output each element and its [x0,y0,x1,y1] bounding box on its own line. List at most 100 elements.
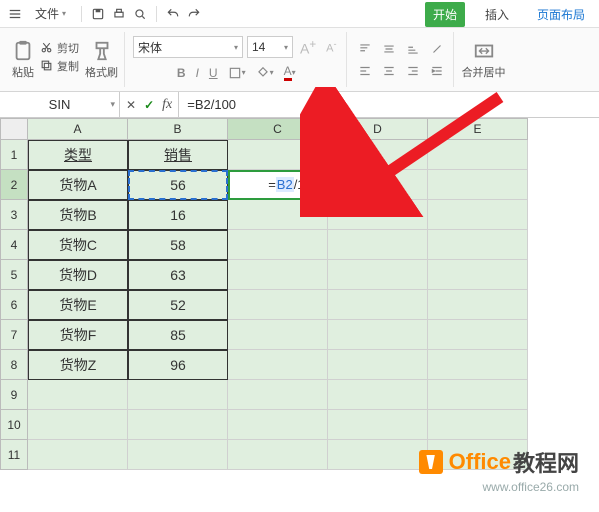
cell-d11[interactable] [328,440,428,470]
file-menu[interactable]: 文件 ▾ [27,3,74,24]
cell-e3[interactable] [428,200,528,230]
cell-c10[interactable] [228,410,328,440]
cell-a11[interactable] [28,440,128,470]
indent-button[interactable] [427,62,447,80]
cell-a9[interactable] [28,380,128,410]
fill-color-button[interactable]: ▾ [253,64,277,82]
cell-b5[interactable]: 63 [128,260,228,290]
fx-icon[interactable]: fx [162,97,172,113]
row-header[interactable]: 6 [0,290,28,320]
tab-insert[interactable]: 插入 [477,2,517,27]
cell-d10[interactable] [328,410,428,440]
cut-button[interactable]: 剪切 [40,40,79,56]
tab-layout[interactable]: 页面布局 [529,2,593,27]
row-header[interactable]: 8 [0,350,28,380]
cell-e8[interactable] [428,350,528,380]
increase-font-button[interactable]: A+ [297,36,319,59]
cell-c7[interactable] [228,320,328,350]
row-header[interactable]: 3 [0,200,28,230]
cell-b7[interactable]: 85 [128,320,228,350]
row-header[interactable]: 9 [0,380,28,410]
print-preview-icon[interactable] [131,5,149,23]
align-bottom-button[interactable] [403,40,423,58]
tab-start[interactable]: 开始 [425,2,465,27]
select-all-corner[interactable] [0,118,28,140]
col-header-e[interactable]: E [428,118,528,140]
cell-c9[interactable] [228,380,328,410]
cell-d1[interactable] [328,140,428,170]
cell-b9[interactable] [128,380,228,410]
cell-a5[interactable]: 货物D [28,260,128,290]
save-icon[interactable] [89,5,107,23]
col-header-b[interactable]: B [128,118,228,140]
font-size-select[interactable]: 14 ▾ [247,36,293,58]
cell-e10[interactable] [428,410,528,440]
cell-a8[interactable]: 货物Z [28,350,128,380]
cell-a4[interactable]: 货物C [28,230,128,260]
cell-c3[interactable] [228,200,328,230]
orientation-button[interactable] [427,40,447,58]
cell-a3[interactable]: 货物B [28,200,128,230]
cell-b8[interactable]: 96 [128,350,228,380]
cell-c2-editing[interactable]: = B2 /100 [228,170,328,200]
align-middle-button[interactable] [379,40,399,58]
cell-d5[interactable] [328,260,428,290]
undo-icon[interactable] [164,5,182,23]
cell-d8[interactable] [328,350,428,380]
decrease-font-button[interactable]: A- [323,37,339,57]
cell-a6[interactable]: 货物E [28,290,128,320]
row-header[interactable]: 4 [0,230,28,260]
cell-d6[interactable] [328,290,428,320]
row-header[interactable]: 1 [0,140,28,170]
print-icon[interactable] [110,5,128,23]
border-button[interactable]: ▾ [225,64,249,82]
redo-icon[interactable] [185,5,203,23]
cell-e5[interactable] [428,260,528,290]
underline-button[interactable]: U [206,64,221,82]
copy-button[interactable]: 复制 [40,58,79,74]
col-header-a[interactable]: A [28,118,128,140]
bold-button[interactable]: B [174,64,189,82]
align-top-button[interactable] [355,40,375,58]
row-header[interactable]: 10 [0,410,28,440]
cell-d7[interactable] [328,320,428,350]
row-header[interactable]: 7 [0,320,28,350]
cell-b4[interactable]: 58 [128,230,228,260]
cell-e4[interactable] [428,230,528,260]
italic-button[interactable]: I [193,64,202,82]
cell-b6[interactable]: 52 [128,290,228,320]
cell-e1[interactable] [428,140,528,170]
cell-e2[interactable] [428,170,528,200]
cell-d3[interactable] [328,200,428,230]
row-header[interactable]: 2 [0,170,28,200]
formula-input[interactable]: =B2/100 [179,92,599,117]
format-painter-button[interactable]: 格式刷 [85,40,118,80]
row-header[interactable]: 5 [0,260,28,290]
cell-b11[interactable] [128,440,228,470]
paste-button[interactable]: 粘贴 [12,40,34,80]
cell-e6[interactable] [428,290,528,320]
cell-a2[interactable]: 货物A [28,170,128,200]
cell-c11[interactable] [228,440,328,470]
col-header-c[interactable]: C [228,118,328,140]
cell-b10[interactable] [128,410,228,440]
cell-a7[interactable]: 货物F [28,320,128,350]
font-color-button[interactable]: A▾ [281,62,299,83]
cell-c4[interactable] [228,230,328,260]
cell-c8[interactable] [228,350,328,380]
cell-e7[interactable] [428,320,528,350]
cell-c6[interactable] [228,290,328,320]
cell-a10[interactable] [28,410,128,440]
cell-d4[interactable] [328,230,428,260]
confirm-formula-icon[interactable]: ✓ [144,98,154,112]
cell-c5[interactable] [228,260,328,290]
cell-d9[interactable] [328,380,428,410]
font-name-select[interactable]: 宋体 ▾ [133,36,243,58]
cell-d2[interactable] [328,170,428,200]
cell-a1[interactable]: 类型 [28,140,128,170]
cell-e9[interactable] [428,380,528,410]
align-right-button[interactable] [403,62,423,80]
cell-b3[interactable]: 16 [128,200,228,230]
merge-center-button[interactable]: 合并居中 [462,40,506,80]
align-left-button[interactable] [355,62,375,80]
